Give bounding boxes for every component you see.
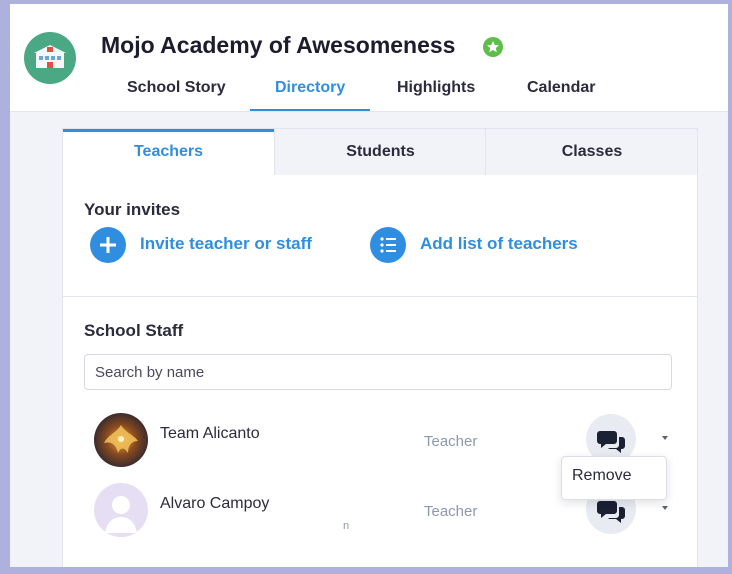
staff-options-menu: Remove xyxy=(561,456,667,500)
section-divider xyxy=(63,296,697,297)
tab-calendar[interactable]: Calendar xyxy=(527,79,595,97)
tab-highlights[interactable]: Highlights xyxy=(397,79,475,97)
staff-name: Team Alicanto xyxy=(160,425,260,442)
invite-teacher-button[interactable]: Invite teacher or staff xyxy=(90,225,330,265)
plus-icon xyxy=(90,227,126,263)
page: Mojo Academy of Awesomeness School Story… xyxy=(10,4,728,567)
list-icon xyxy=(370,227,406,263)
tab-directory[interactable]: Directory xyxy=(275,79,345,97)
chevron-down-icon[interactable] xyxy=(659,433,671,443)
school-name: Mojo Academy of Awesomeness xyxy=(101,32,456,58)
tab-school-story[interactable]: School Story xyxy=(127,79,226,97)
staff-role: Teacher xyxy=(424,433,478,450)
search-input[interactable] xyxy=(84,354,672,390)
add-list-button[interactable]: Add list of teachers xyxy=(370,225,600,265)
avatar[interactable] xyxy=(94,413,148,467)
tab-teachers[interactable]: Teachers xyxy=(63,129,274,175)
stray-text: n xyxy=(343,520,350,532)
staff-name: Alvaro Campoy xyxy=(160,495,270,512)
add-list-label: Add list of teachers xyxy=(420,234,578,253)
staff-role: Teacher xyxy=(424,503,478,520)
invite-teacher-label: Invite teacher or staff xyxy=(140,234,312,253)
default-avatar-icon xyxy=(94,483,148,537)
teachers-tab-indicator xyxy=(63,129,274,132)
directory-card: Teachers Students Classes Your invites I… xyxy=(62,128,698,567)
remove-menu-item[interactable]: Remove xyxy=(572,467,632,485)
avatar[interactable] xyxy=(94,483,148,537)
tab-classes[interactable]: Classes xyxy=(485,129,697,175)
invites-heading: Your invites xyxy=(84,200,181,219)
verified-badge-icon xyxy=(483,37,503,57)
directory-tabs: Teachers Students Classes xyxy=(63,129,697,175)
chevron-down-icon[interactable] xyxy=(659,503,671,513)
school-nav: School Story Directory Highlights Calend… xyxy=(10,76,728,112)
school-staff-heading: School Staff xyxy=(84,321,184,340)
tab-students[interactable]: Students xyxy=(274,129,486,175)
